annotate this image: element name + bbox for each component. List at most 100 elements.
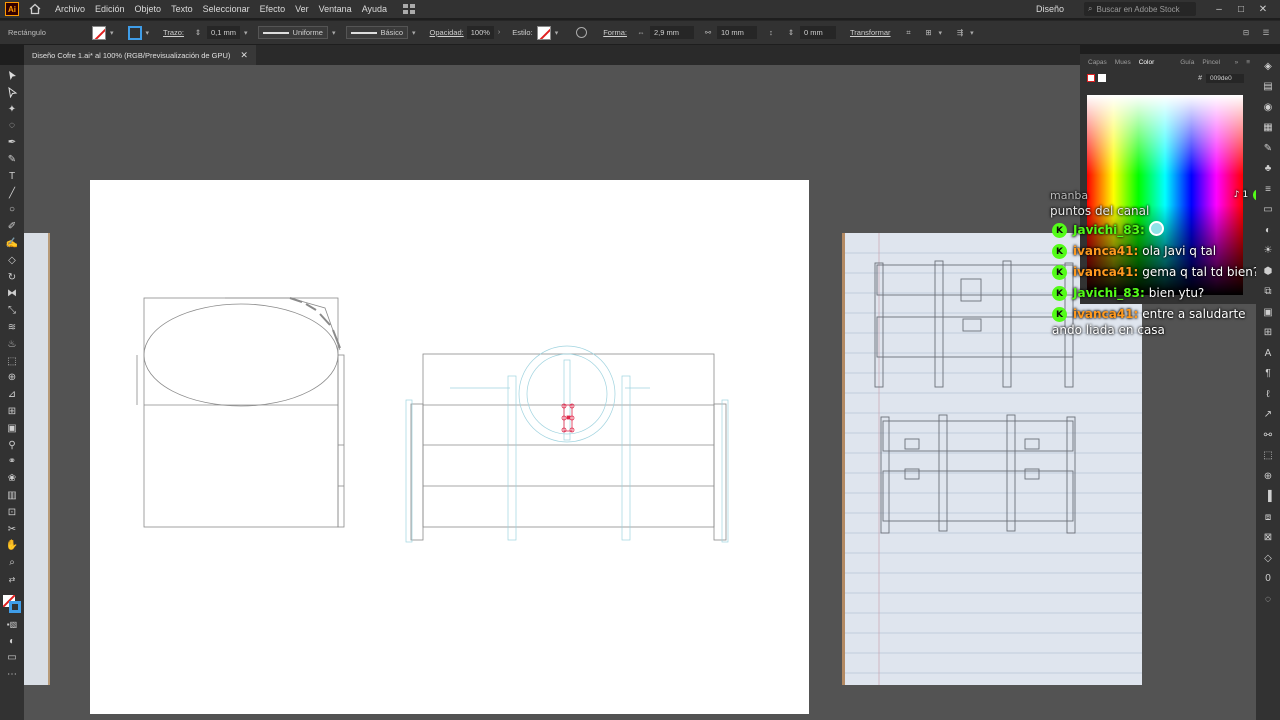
chevron-down-icon[interactable]: ▾ xyxy=(244,29,248,37)
graphic-styles-icon[interactable]: ⬢ xyxy=(1262,265,1274,277)
menu-texto[interactable]: Texto xyxy=(171,4,193,14)
magic-wand-icon[interactable]: ✦ xyxy=(4,103,20,116)
arrange-documents-icon[interactable] xyxy=(403,4,416,14)
menu-objeto[interactable]: Objeto xyxy=(135,4,162,14)
stepper-icon[interactable]: ⇕ xyxy=(192,28,204,37)
graph-tool-icon[interactable]: ▥ xyxy=(4,489,20,502)
eraser-icon[interactable]: ◇ xyxy=(4,254,20,267)
hex-input[interactable]: 009de0 xyxy=(1206,73,1244,83)
tab-guia[interactable]: Guía xyxy=(1180,59,1194,66)
width-tool-icon[interactable]: ≋ xyxy=(4,321,20,334)
distribute-icon[interactable]: ⇶ xyxy=(954,28,966,37)
white-color-swatch[interactable] xyxy=(1098,74,1106,82)
menu-ayuda[interactable]: Ayuda xyxy=(362,4,387,14)
zoom-tool-icon[interactable]: ⌕ xyxy=(4,556,20,569)
reflect-tool-icon[interactable]: ⧓ xyxy=(4,287,20,300)
warp-tool-icon[interactable]: ♨ xyxy=(4,338,20,351)
opacity-input[interactable]: 100% xyxy=(466,26,494,39)
none-color-swatch[interactable] xyxy=(1087,74,1095,82)
character-icon[interactable]: A xyxy=(1262,347,1274,359)
menu-ventana[interactable]: Ventana xyxy=(319,4,352,14)
blend-tool-icon[interactable]: ⚭ xyxy=(4,455,20,468)
close-tab-icon[interactable]: ✕ xyxy=(240,50,248,61)
selection-tool-icon[interactable] xyxy=(4,69,20,82)
link-icon[interactable]: ⚯ xyxy=(702,28,714,37)
stepper-icon[interactable]: ⇕ xyxy=(785,28,797,37)
link-panel-icon[interactable]: ⚯ xyxy=(1262,429,1274,441)
shape-panel-icon[interactable]: ◇ xyxy=(1262,552,1274,564)
lasso-icon[interactable]: ◌ xyxy=(4,119,20,132)
gradient-panel-icon[interactable]: ▭ xyxy=(1262,204,1274,216)
gradient-tool-icon[interactable]: ▣ xyxy=(4,422,20,435)
transparency-icon[interactable]: ◐ xyxy=(1262,224,1274,236)
rotate-tool-icon[interactable]: ↻ xyxy=(4,271,20,284)
stroke-swatch[interactable] xyxy=(127,25,142,40)
info-icon[interactable]: 0 xyxy=(1262,573,1274,585)
color-mode-icon[interactable]: ▪▧ xyxy=(4,618,20,631)
transform-button[interactable]: Transformar xyxy=(850,28,891,37)
stroke-panel-icon[interactable]: ≡ xyxy=(1262,183,1274,195)
slice-tool-icon[interactable]: ✂ xyxy=(4,523,20,536)
chevron-down-icon[interactable]: ▾ xyxy=(970,29,974,37)
isolate-icon[interactable]: ⌗ xyxy=(903,28,915,38)
panel-menu-icon[interactable]: ≡ xyxy=(1246,59,1250,66)
paragraph-icon[interactable]: ¶ xyxy=(1262,368,1274,380)
export-icon[interactable]: ↗ xyxy=(1262,409,1274,421)
chevron-down-icon[interactable]: ▾ xyxy=(412,29,416,37)
shaper-tool-icon[interactable]: ✍ xyxy=(4,237,20,250)
tab-muestras[interactable]: Mues xyxy=(1115,59,1131,66)
eyedropper-icon[interactable]: ⚲ xyxy=(4,439,20,452)
pathfinder-icon[interactable]: ⧈ xyxy=(1262,511,1274,523)
fill-swatch[interactable] xyxy=(92,25,106,40)
perspective-grid-icon[interactable]: ⊿ xyxy=(4,388,20,401)
collapse-panel-icon[interactable]: » xyxy=(1235,59,1239,66)
libraries-icon[interactable]: ▤ xyxy=(1262,81,1274,93)
stroke-label[interactable]: Trazo: xyxy=(163,28,184,37)
attributes-icon[interactable]: ◌ xyxy=(1262,593,1274,605)
panel-menu-icon[interactable]: ☰ xyxy=(1260,28,1272,37)
asset-export-icon[interactable]: ▣ xyxy=(1262,306,1274,318)
draw-mode-icon[interactable]: ◐ xyxy=(4,635,20,648)
pen-tool-icon[interactable]: ✒ xyxy=(4,136,20,149)
scale-tool-icon[interactable]: ⤡ xyxy=(4,304,20,317)
fill-stroke-indicator[interactable] xyxy=(2,594,22,614)
maximize-button[interactable]: □ xyxy=(1230,4,1252,15)
hand-tool-icon[interactable]: ✋ xyxy=(4,539,20,552)
shape-builder-icon[interactable]: ⊕ xyxy=(4,371,20,384)
stroke-color-swatch[interactable] xyxy=(9,600,21,613)
menu-archivo[interactable]: Archivo xyxy=(55,4,85,14)
menu-efecto[interactable]: Efecto xyxy=(260,4,286,14)
paintbrush-icon[interactable]: ✐ xyxy=(4,220,20,233)
navigator-icon[interactable]: ⬚ xyxy=(1262,450,1274,462)
close-window-button[interactable]: ✕ xyxy=(1252,4,1274,15)
links-icon[interactable]: ⊞ xyxy=(1262,327,1274,339)
free-transform-icon[interactable]: ⬚ xyxy=(4,355,20,368)
ellipse-tool-icon[interactable]: ○ xyxy=(4,203,20,216)
artboard[interactable] xyxy=(90,180,809,714)
menu-ver[interactable]: Ver xyxy=(295,4,309,14)
globe-icon[interactable]: ⊕ xyxy=(1262,470,1274,482)
home-icon[interactable] xyxy=(29,3,41,15)
style-swatch[interactable] xyxy=(536,25,551,40)
mesh-tool-icon[interactable]: ⊞ xyxy=(4,405,20,418)
color-wheel-icon[interactable]: ◉ xyxy=(1262,101,1274,113)
chevron-down-icon[interactable]: ▾ xyxy=(146,29,150,37)
chevron-right-icon[interactable]: › xyxy=(498,29,500,36)
adobe-stock-search[interactable]: ⌕ Buscar en Adobe Stock xyxy=(1084,2,1196,16)
symbols-icon[interactable]: ♣ xyxy=(1262,163,1274,175)
document-tab[interactable]: Diseño Cofre 1.ai* al 100% (RGB/Previsua… xyxy=(24,45,256,65)
opentype-icon[interactable]: ℓ xyxy=(1262,388,1274,400)
appearance-icon[interactable]: ☀ xyxy=(1262,245,1274,257)
line-tool-icon[interactable]: ╱ xyxy=(4,187,20,200)
more-tools-icon[interactable]: ⋯ xyxy=(4,668,20,681)
menu-seleccionar[interactable]: Seleccionar xyxy=(203,4,250,14)
brushes-icon[interactable]: ✎ xyxy=(1262,142,1274,154)
opacity-label[interactable]: Opacidad: xyxy=(430,28,464,37)
align-panel-icon[interactable]: ▐ xyxy=(1262,491,1274,503)
chevron-down-icon[interactable]: ▾ xyxy=(939,29,943,37)
artboard-tool-icon[interactable]: ⊡ xyxy=(4,506,20,519)
screen-mode-icon[interactable]: ▭ xyxy=(4,651,20,664)
corner-radius-input[interactable]: 0 mm xyxy=(799,26,836,39)
direct-selection-tool-icon[interactable] xyxy=(4,86,20,99)
layers-icon[interactable]: ◈ xyxy=(1262,60,1274,72)
